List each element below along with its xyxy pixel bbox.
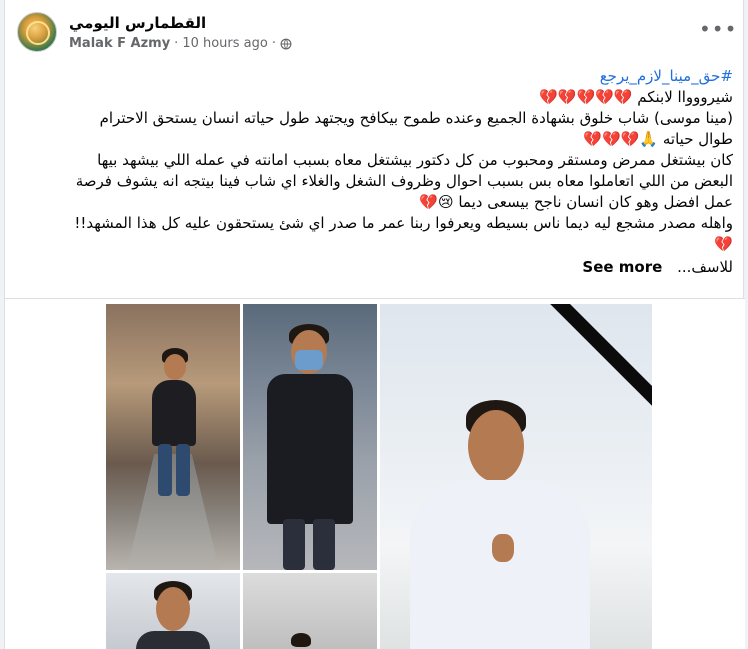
post-timestamp[interactable]: 10 hours ago <box>182 36 268 51</box>
photo-3[interactable] <box>380 304 652 649</box>
text-line-9: للاسف... <box>677 258 733 276</box>
text-line-8: 💔 <box>714 235 733 253</box>
page-avatar[interactable] <box>17 12 57 52</box>
photo-2[interactable] <box>243 304 377 570</box>
more-options-icon[interactable]: ••• <box>699 19 736 44</box>
text-line-4: كان بيشتغل ممرض ومستقر ومحبوب من كل دكتو… <box>97 151 733 169</box>
hashtag-link[interactable]: #حق_مينا_لازم_يرجع <box>600 67 733 85</box>
text-line-2: (مينا موسى) شاب خلوق بشهادة الجميع وعنده… <box>99 109 733 127</box>
post-card: القطمارس اليومي Malak F Azmy · 10 hours … <box>4 0 745 649</box>
photo-1[interactable] <box>106 304 240 570</box>
author-link[interactable]: Malak F Azmy <box>69 36 170 51</box>
text-line-7: واهله مصدر مشجع ليه ديما ناس بسيطه ويعرف… <box>74 214 733 232</box>
meta-separator-2: · <box>271 36 276 51</box>
photo-grid <box>5 298 745 649</box>
text-line-1: شيرووواا لابنكم 💔💔💔💔💔 <box>539 88 733 106</box>
photo-4[interactable] <box>106 573 240 649</box>
text-line-3: طوال حياته 🙏💔💔💔 <box>583 130 733 148</box>
globe-icon[interactable] <box>280 38 292 50</box>
photo-5[interactable] <box>243 573 377 649</box>
meta-separator: · <box>174 36 179 51</box>
text-line-6: عمل افضل وهو كان انسان ناجح بيسعى ديما 😢… <box>419 193 733 211</box>
post-meta: Malak F Azmy · 10 hours ago · <box>69 36 292 51</box>
post-text: #حق_مينا_لازم_يرجع شيرووواا لابنكم 💔💔💔💔💔… <box>21 66 733 278</box>
post-header: القطمارس اليومي Malak F Azmy · 10 hours … <box>17 12 736 56</box>
page-name-link[interactable]: القطمارس اليومي <box>69 14 206 32</box>
text-line-5: البعض من اللي اتعاملوا معاه بس بسبب احوا… <box>75 172 733 190</box>
see-more-button[interactable]: See more <box>582 258 662 276</box>
